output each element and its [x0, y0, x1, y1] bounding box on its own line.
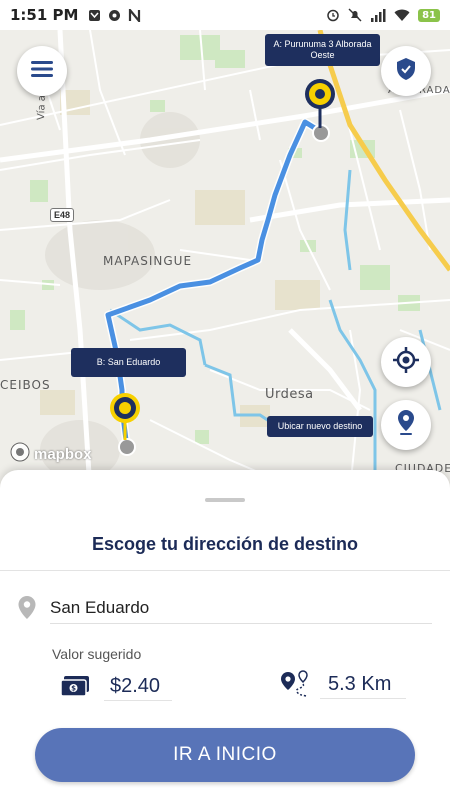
destination-tooltip: B: San Eduardo	[71, 348, 186, 377]
map-label-ceibos: CEIBOS	[0, 378, 51, 392]
distance-row: 5.3 Km	[280, 669, 406, 703]
divider	[0, 570, 450, 571]
mapbox-text: mapbox	[34, 445, 92, 463]
price-row: $ $2.40	[60, 673, 172, 703]
current-location-button[interactable]	[381, 337, 431, 387]
road-shield-e48: E48	[50, 208, 75, 222]
crosshair-icon	[393, 346, 419, 378]
ball-icon	[108, 9, 121, 22]
new-destination-button[interactable]	[381, 400, 431, 450]
map-label-mapasingue: MAPASINGUE	[103, 254, 193, 268]
go-to-start-button[interactable]: IR A INICIO	[35, 728, 415, 782]
distance-value: 5.3 Km	[320, 673, 406, 699]
location-pin-icon	[18, 596, 36, 625]
suggested-price-label: Valor sugerido	[52, 646, 142, 662]
menu-icon	[31, 60, 53, 82]
n-icon	[128, 8, 141, 22]
destination-sheet: Escoge tu dirección de destino Valor sug…	[0, 470, 450, 800]
drag-handle[interactable]	[205, 498, 245, 502]
alarm-icon	[326, 8, 340, 22]
route-distance-icon	[280, 669, 310, 703]
mapbox-logo-icon	[10, 442, 30, 466]
destination-row	[18, 592, 432, 624]
status-time: 1:51 PM	[10, 6, 79, 24]
price-value[interactable]: $2.40	[104, 675, 172, 701]
map-view[interactable]: MAPASINGUE Urdesa CEIBOS CIUDADE ALBORAD…	[0, 30, 450, 490]
signal-icon	[370, 8, 386, 22]
destination-input[interactable]	[50, 592, 432, 624]
status-bar: 1:51 PM 81	[0, 0, 450, 30]
svg-text:$: $	[71, 684, 76, 692]
security-button[interactable]	[381, 46, 431, 96]
money-icon: $	[60, 675, 90, 702]
sheet-title: Escoge tu dirección de destino	[91, 534, 359, 554]
location-pin-icon	[397, 409, 415, 441]
locate-destination-tooltip: Ubicar nuevo destino	[267, 416, 373, 437]
mute-icon	[348, 8, 362, 22]
message-icon	[88, 9, 101, 22]
mapbox-attribution[interactable]: mapbox	[10, 442, 92, 466]
battery-indicator: 81	[418, 8, 440, 22]
shield-check-icon	[396, 57, 416, 86]
map-label-urdesa: Urdesa	[265, 387, 314, 402]
origin-tooltip: A: Purunuma 3 Alborada Oeste	[265, 34, 380, 66]
wifi-icon	[394, 9, 410, 22]
menu-button[interactable]	[17, 46, 67, 96]
